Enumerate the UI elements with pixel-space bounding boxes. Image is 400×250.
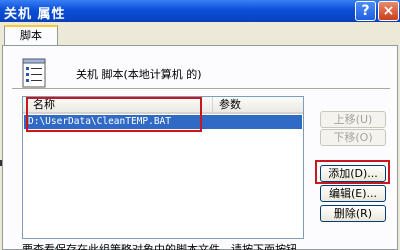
footer-text: 要查看保存在此组策略对象中的脚本文件，请按下面按钮 [22,243,297,250]
separator [12,88,390,89]
edit-button[interactable]: 编辑(E)... [320,185,386,202]
close-button[interactable]: × [378,1,399,21]
header-description: 关机 脚本(本地计算机 的) [76,68,202,81]
column-header-name[interactable]: 名称 [23,97,213,114]
window-title: 关机 属性 [4,7,66,22]
scripts-list[interactable]: 名称 参数 D:\UserData\CleanTEMP.BAT [22,96,304,239]
remove-button[interactable]: 删除(R) [320,205,386,222]
list-item[interactable]: D:\UserData\CleanTEMP.BAT [24,115,302,129]
tab-scripts[interactable]: 脚本 [4,25,58,46]
tab-strip: 脚本 [0,22,400,46]
move-up-button[interactable]: 上移(U) [320,111,386,128]
add-button[interactable]: 添加(D)... [320,165,386,182]
column-header-params[interactable]: 参数 [213,97,303,114]
edge-mark [0,160,2,166]
script-list-icon [22,58,46,88]
list-item-name: D:\UserData\CleanTEMP.BAT [28,116,171,127]
move-down-button[interactable]: 下移(O) [320,129,386,146]
title-bar[interactable]: 关机 属性 ? × [0,0,400,22]
help-button[interactable]: ? [355,1,376,21]
list-header: 名称 参数 [23,97,303,114]
